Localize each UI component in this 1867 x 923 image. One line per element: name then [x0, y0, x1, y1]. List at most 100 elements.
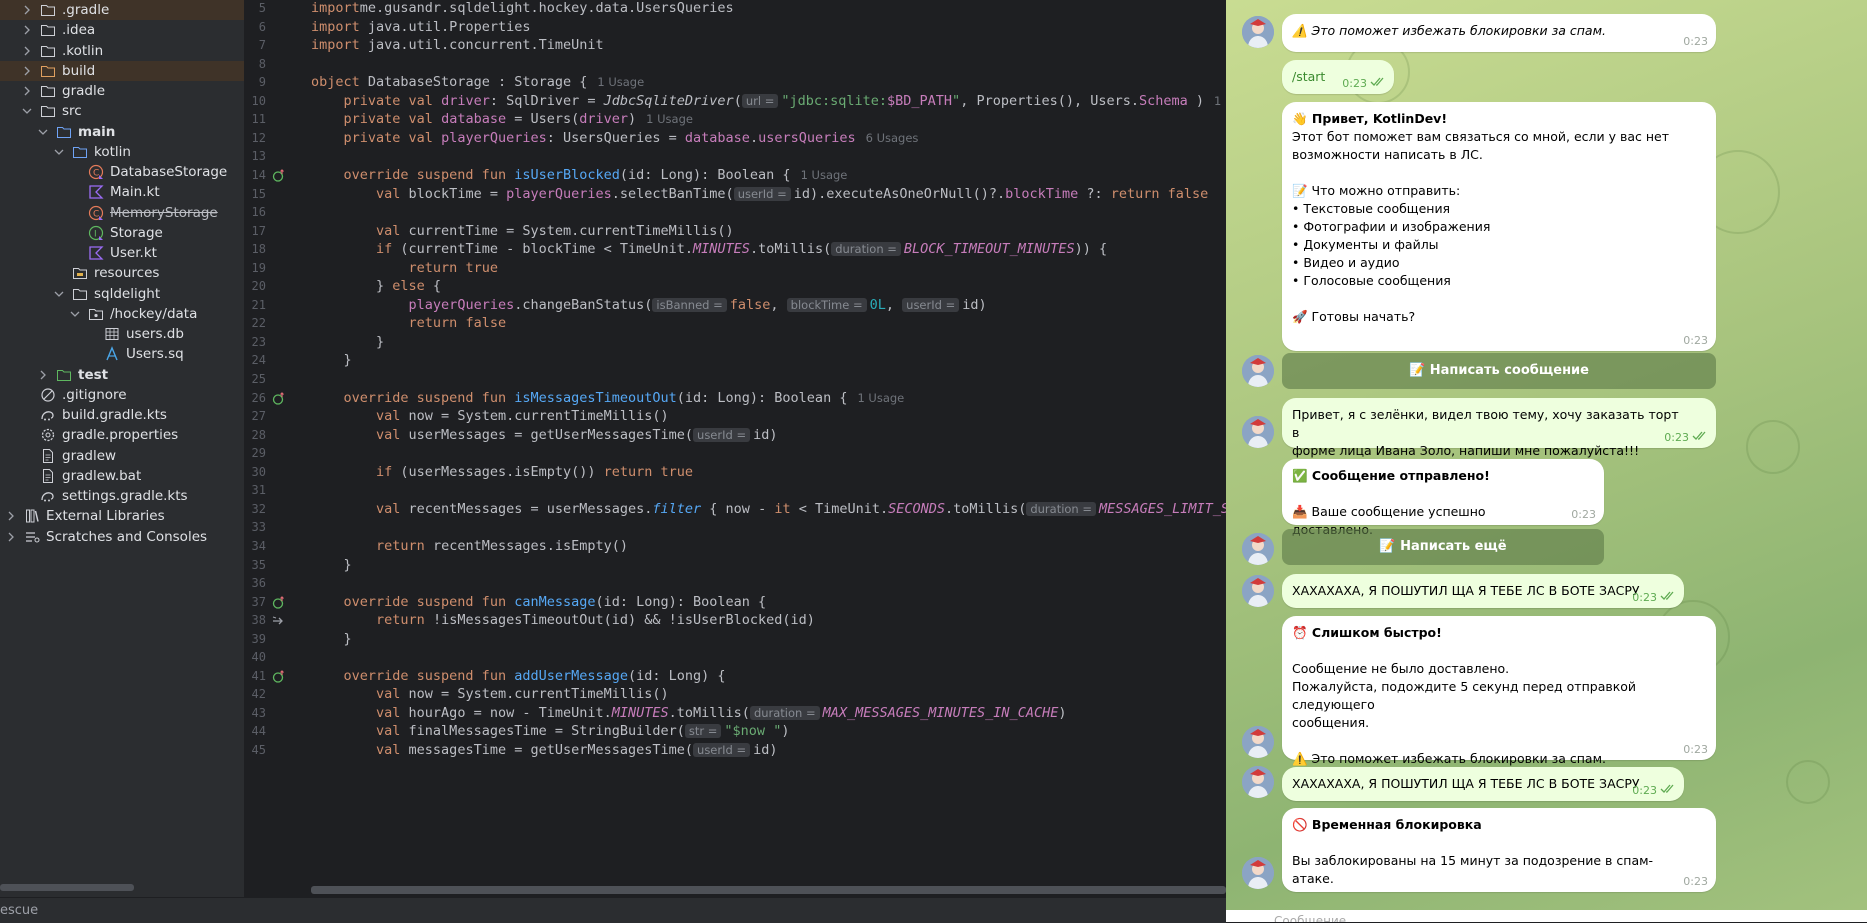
tree-item[interactable]: .gitignore	[0, 385, 244, 405]
inline-keyboard-button[interactable]: 📝 Написать ещё	[1282, 529, 1604, 565]
chevron-right-icon[interactable]	[22, 25, 32, 35]
code-line[interactable]: val finalMessagesTime = StringBuilder(st…	[311, 723, 789, 739]
override-icon[interactable]	[272, 169, 286, 183]
override-icon[interactable]	[272, 669, 286, 684]
tree-item[interactable]: gradlew.bat	[0, 466, 244, 486]
tree-item[interactable]: kotlin	[0, 142, 244, 162]
tree-item[interactable]: C DatabaseStorage	[0, 162, 244, 182]
chevron-down-icon[interactable]	[70, 309, 80, 319]
tree-item[interactable]: Scratches and Consoles	[0, 527, 244, 547]
message-composer[interactable]: Сообщение	[1226, 910, 1867, 922]
tree-item[interactable]: users.db	[0, 324, 244, 344]
code-line[interactable]: }	[311, 352, 352, 368]
code-line[interactable]: val now = System.currentTimeMillis()	[311, 686, 669, 702]
override-icon[interactable]	[272, 595, 286, 610]
avatar[interactable]	[1242, 726, 1274, 758]
code-line[interactable]: override suspend fun canMessage(id: Long…	[311, 594, 767, 610]
usages-hint[interactable]: 6 Usages	[866, 131, 919, 145]
chevron-right-icon[interactable]	[6, 511, 16, 521]
incoming-message[interactable]: 🚫 Временная блокировка Вы заблокированы …	[1282, 808, 1716, 892]
tree-item[interactable]: sqldelight	[0, 284, 244, 304]
tree-item[interactable]: Users.sq	[0, 344, 244, 364]
avatar[interactable]	[1242, 355, 1274, 387]
tree-item[interactable]: src	[0, 101, 244, 121]
code-line[interactable]: playerQueries.changeBanStatus(isBanned =…	[311, 297, 987, 313]
code-line[interactable]: override suspend fun isMessagesTimeoutOu…	[311, 390, 905, 406]
tree-item[interactable]: build.gradle.kts	[0, 405, 244, 425]
code-editor[interactable]: 5 importme.gusandr.sqldelight.hockey.data…	[244, 0, 1226, 897]
code-line[interactable]: } else {	[311, 278, 441, 294]
outgoing-message[interactable]: Привет, я с зелёнки, видел твою тему, хо…	[1282, 398, 1716, 458]
usages-hint[interactable]: 1 Us	[1214, 94, 1226, 108]
incoming-message[interactable]: 👋 Привет, KotlinDev! Этот бот поможет вам…	[1282, 102, 1716, 351]
tree-item[interactable]: .idea	[0, 20, 244, 40]
tree-item[interactable]: /hockey/data	[0, 304, 244, 324]
code-line[interactable]: val userMessages = getUserMessagesTime(u…	[311, 427, 777, 443]
code-line[interactable]: if (currentTime - blockTime < TimeUnit.M…	[311, 241, 1107, 257]
code-line[interactable]: private val database = Users(driver) 1 Us…	[311, 111, 693, 127]
code-line[interactable]: return recentMessages.isEmpty()	[311, 538, 628, 554]
tree-item[interactable]: main	[0, 122, 244, 142]
code-line[interactable]: val currentTime = System.currentTimeMill…	[311, 223, 734, 239]
code-line[interactable]: val messagesTime = getUserMessagesTime(u…	[311, 742, 777, 758]
code-line[interactable]: val now = System.currentTimeMillis()	[311, 408, 669, 424]
code-line[interactable]: if (userMessages.isEmpty()) return true	[311, 464, 693, 480]
avatar[interactable]	[1242, 416, 1274, 448]
chevron-down-icon[interactable]	[38, 127, 48, 137]
code-line[interactable]: }	[311, 631, 352, 647]
chevron-down-icon[interactable]	[22, 106, 32, 116]
avatar[interactable]	[1242, 16, 1274, 48]
code-line[interactable]: import java.util.concurrent.TimeUnit	[311, 37, 604, 53]
code-line[interactable]: val blockTime = playerQueries.selectBanT…	[311, 186, 1208, 202]
code-line[interactable]: object DatabaseStorage : Storage {1 Usag…	[311, 74, 644, 90]
usages-hint[interactable]: 1 Usage	[857, 391, 904, 405]
outgoing-message[interactable]: /start 0:23	[1282, 60, 1394, 94]
avatar[interactable]	[1242, 575, 1274, 607]
tree-item[interactable]: gradlew	[0, 446, 244, 466]
avatar[interactable]	[1242, 766, 1274, 798]
inline-keyboard-button[interactable]: 📝 Написать сообщение	[1282, 353, 1716, 389]
code-line[interactable]: }	[311, 557, 352, 573]
editor-horizontal-scrollbar[interactable]	[311, 886, 1226, 894]
incoming-message[interactable]: ✅ Сообщение отправлено! 📥 Ваше сообщение…	[1282, 459, 1604, 537]
tree-item[interactable]: resources	[0, 263, 244, 283]
code-line[interactable]: }	[311, 334, 384, 350]
tree-item[interactable]: gradle	[0, 81, 244, 101]
tree-item[interactable]: User.kt	[0, 243, 244, 263]
chevron-right-icon[interactable]	[22, 66, 32, 76]
chevron-down-icon[interactable]	[54, 147, 64, 157]
tree-item[interactable]: External Libraries	[0, 506, 244, 526]
outgoing-message[interactable]: ХАХАХАХА, Я ПОШУТИЛ ЩА Я ТЕБЕ ЛС В БОТЕ …	[1282, 767, 1684, 801]
outgoing-message[interactable]: ХАХАХАХА, Я ПОШУТИЛ ЩА Я ТЕБЕ ЛС В БОТЕ …	[1282, 574, 1684, 608]
usages-hint[interactable]: 1 Usage	[646, 112, 693, 126]
chevron-right-icon[interactable]	[22, 86, 32, 96]
code-line[interactable]: private val playerQueries: UsersQueries …	[311, 130, 919, 146]
chevron-right-icon[interactable]	[22, 46, 32, 56]
avatar[interactable]	[1242, 533, 1274, 565]
code-line[interactable]: return false	[311, 315, 507, 331]
tree-item[interactable]: .kotlin	[0, 41, 244, 61]
code-line[interactable]: private val driver: SqlDriver = JdbcSqli…	[311, 93, 1226, 109]
tree-item[interactable]: gradle.properties	[0, 425, 244, 445]
code-line[interactable]: override suspend fun isUserBlocked(id: L…	[311, 167, 848, 183]
tree-horizontal-scrollbar[interactable]	[0, 884, 134, 891]
chevron-right-icon[interactable]	[22, 5, 32, 15]
usages-hint[interactable]: 1 Usage	[597, 75, 644, 89]
chevron-right-icon[interactable]	[6, 532, 16, 542]
tree-item[interactable]: C MemoryStorage	[0, 203, 244, 223]
usages-hint[interactable]: 1 Usage	[801, 168, 848, 182]
code-line[interactable]: importme.gusandr.sqldelight.hockey.data.…	[311, 0, 734, 16]
code-line[interactable]: val hourAgo = now - TimeUnit.MINUTES.toM…	[311, 705, 1066, 721]
code-line[interactable]: override suspend fun addUserMessage(id: …	[311, 668, 726, 684]
override-icon[interactable]	[272, 391, 286, 406]
tree-item[interactable]: I Storage	[0, 223, 244, 243]
navigate-arrow-icon[interactable]	[272, 614, 286, 628]
tree-item[interactable]: test	[0, 365, 244, 385]
incoming-message[interactable]: ⏰ Слишком быстро! Сообщение не было дост…	[1282, 616, 1716, 766]
code-line[interactable]: import java.util.Properties	[311, 19, 530, 35]
message-text[interactable]: /start	[1292, 69, 1325, 84]
code-line[interactable]: return true	[311, 260, 498, 276]
tree-item[interactable]: build	[0, 60, 244, 81]
tree-item[interactable]: Main.kt	[0, 182, 244, 202]
chevron-right-icon[interactable]	[38, 370, 48, 380]
